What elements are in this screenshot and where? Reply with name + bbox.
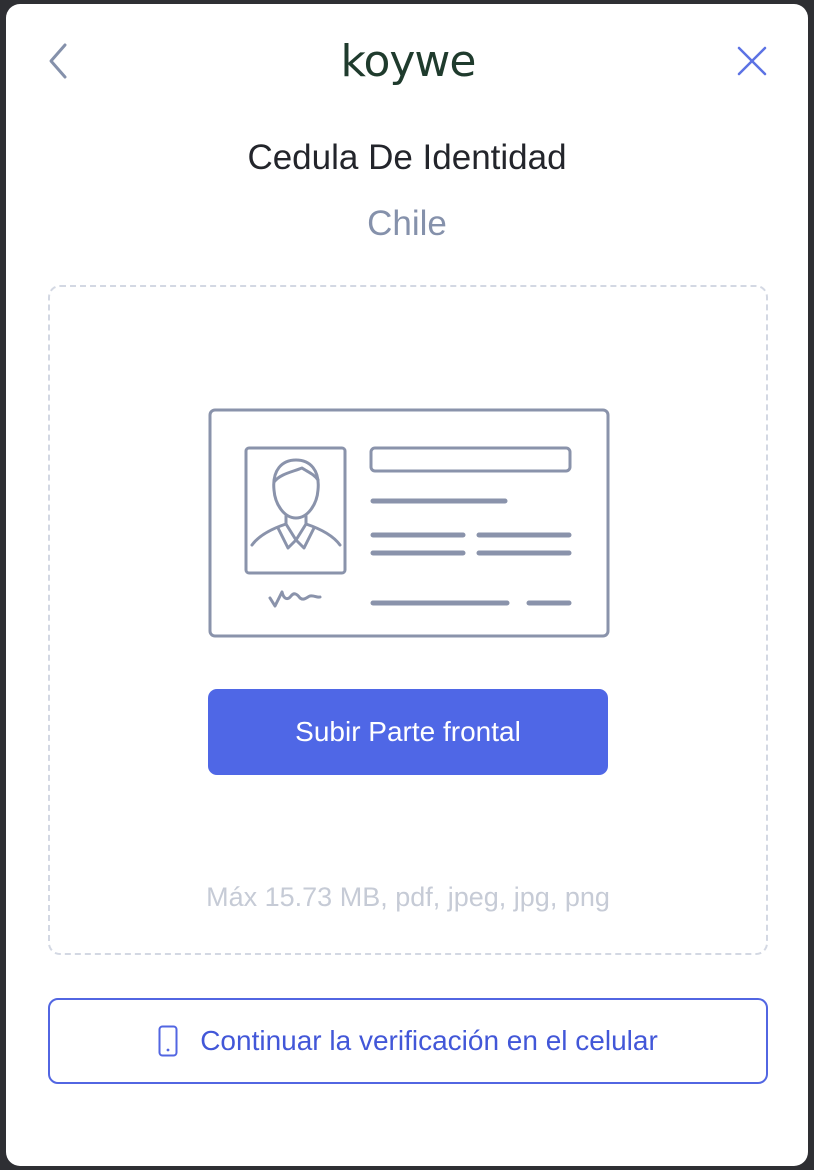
continue-on-mobile-label: Continuar la verificación en el celular (200, 1025, 658, 1056)
upload-front-button[interactable]: Subir Parte frontal (208, 689, 608, 775)
continue-on-mobile-button[interactable]: Continuar la verificación en el celular (48, 998, 768, 1084)
back-button[interactable] (38, 41, 78, 81)
id-card-icon (208, 408, 610, 638)
chevron-left-icon (49, 43, 67, 79)
document-country: Chile (367, 204, 447, 243)
smartphone-icon (158, 1025, 178, 1057)
document-title: Cedula De Identidad (247, 138, 567, 177)
verification-modal: koywe Cedula De Identidad Chile Subir Pa… (6, 4, 808, 1166)
file-requirements-hint: Máx 15.73 MB, pdf, jpeg, jpg, png (206, 882, 610, 912)
close-icon (737, 46, 767, 76)
upload-dropzone[interactable]: Subir Parte frontal Máx 15.73 MB, pdf, j… (48, 285, 768, 955)
koywe-logo: koywe (340, 36, 477, 87)
close-button[interactable] (732, 41, 772, 81)
